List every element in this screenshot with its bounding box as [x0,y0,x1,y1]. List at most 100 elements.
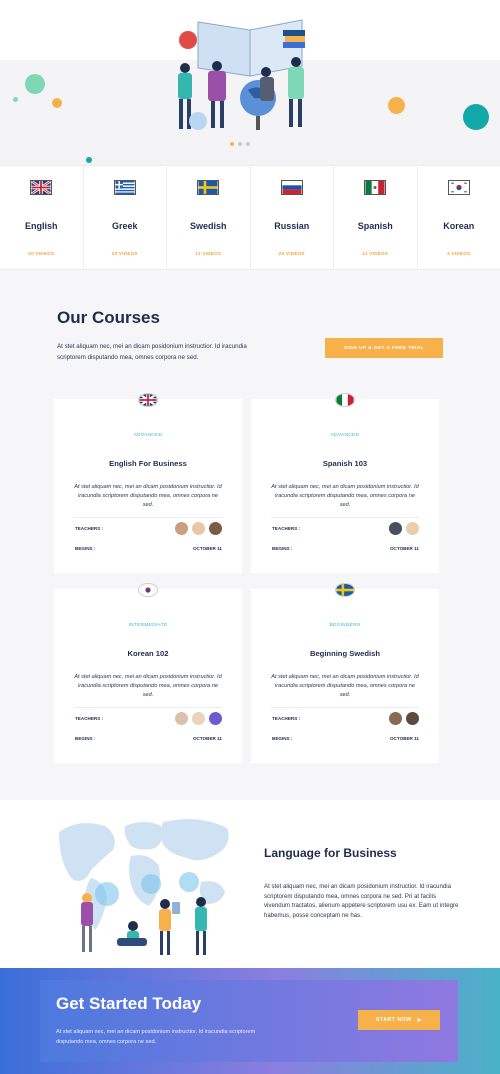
business-title: Language for Business [264,846,397,860]
business-description: At stet aliquam nec, mei an dicam posido… [264,883,459,919]
teacher-avatars [175,522,222,535]
language-videos: 12 VIDEOS [362,251,389,256]
language-strip: English 20 VIDEOS Greek 20 VIDEOS Swedis… [0,165,500,270]
course-level: BEGINNERS [329,623,361,628]
course-level: INTERMEDIATE [128,623,168,628]
course-card-korean[interactable]: INTERMEDIATE Korean 102 At stet aliquam … [54,583,242,763]
language-videos: 20 VIDEOS [111,251,138,256]
sweden-flag-icon [335,583,355,597]
decor-dot [52,98,62,108]
avatar[interactable] [406,712,419,725]
divider [271,707,419,708]
courses-description: At stet aliquam nec, mei an dicam posido… [57,343,247,361]
russia-flag-icon [280,180,303,195]
cta-description: At stet aliquam nec, mei an dicam posido… [56,1029,256,1045]
language-item-spanish[interactable]: Spanish 12 VIDEOS [334,166,418,269]
language-item-russian[interactable]: Russian 20 VIDEOS [251,166,334,269]
korea-flag-icon [447,180,470,195]
course-title[interactable]: Korean 102 [54,649,242,658]
business-section: Language for Business At stet aliquam ne… [0,800,500,970]
mexico-flag-icon [364,180,387,195]
language-videos: 20 VIDEOS [278,251,305,256]
send-icon: ➤ [416,1017,423,1024]
language-name: Spanish [357,221,393,231]
course-description: At stet aliquam nec, mei an dicam posido… [271,674,419,698]
avatar[interactable] [389,712,402,725]
language-name: Russian [274,221,310,231]
begins-label: BEGINS : [75,546,96,551]
begins-date: OCTOBER 11 [389,546,419,551]
language-videos: 4 VIDEOS [447,251,471,256]
avatar[interactable] [192,712,205,725]
divider [74,517,222,518]
language-item-korean[interactable]: Korean 4 VIDEOS [418,166,500,269]
greece-flag-icon [113,180,136,195]
course-description: At stet aliquam nec, mei an dicam posido… [271,484,419,508]
begins-date: OCTOBER 11 [192,546,222,551]
course-title[interactable]: English For Business [54,459,242,468]
decor-dot [388,97,405,114]
cta-title: Get Started Today [56,994,202,1013]
world-map-illustration [59,819,229,955]
course-title[interactable]: Beginning Swedish [251,649,439,658]
course-description: At stet aliquam nec, mei an dicam posido… [74,484,222,508]
cta-box: Get Started Today At stet aliquam nec, m… [40,980,458,1062]
courses-section: Our Courses At stet aliquam nec, mei an … [0,270,500,800]
hero-illustration [178,19,305,130]
slider-dot[interactable] [238,142,242,146]
courses-title: Our Courses [57,308,160,327]
decor-dot [86,157,92,163]
slider-dot[interactable] [246,142,250,146]
teacher-avatars [389,712,419,725]
language-name: Korean [443,221,475,231]
begins-label: BEGINS : [272,736,293,741]
language-name: Greek [111,221,138,231]
language-item-english[interactable]: English 20 VIDEOS [0,166,84,269]
teacher-avatars [389,522,419,535]
sweden-flag-icon [197,180,220,195]
uk-flag-icon [30,180,53,195]
avatar[interactable] [406,522,419,535]
teachers-label: TEACHERS : [272,716,301,721]
divider [271,517,419,518]
begins-date: OCTOBER 11 [389,736,419,741]
cta-section: Get Started Today At stet aliquam nec, m… [0,968,500,1074]
course-level: ADVANCED [330,433,360,438]
language-videos: 12 VIDEOS [195,251,222,256]
language-item-swedish[interactable]: Swedish 12 VIDEOS [167,166,251,269]
course-card-swedish[interactable]: BEGINNERS Beginning Swedish At stet aliq… [251,583,439,763]
teachers-label: TEACHERS : [272,526,301,531]
avatar[interactable] [192,522,205,535]
language-name: Swedish [189,221,227,231]
korea-flag-icon [138,583,158,597]
slider-dots[interactable] [230,142,250,146]
start-now-label: START NOW [375,1017,412,1023]
slider-dot[interactable] [230,142,234,146]
avatar[interactable] [175,712,188,725]
course-description: At stet aliquam nec, mei an dicam posido… [74,674,222,698]
begins-date: OCTOBER 11 [192,736,222,741]
avatar[interactable] [209,712,222,725]
course-card-english[interactable]: ADVANCED English For Business At stet al… [54,393,242,573]
course-card-spanish[interactable]: ADVANCED Spanish 103 At stet aliquam nec… [251,393,439,573]
decor-dot [13,97,18,102]
teachers-label: TEACHERS : [75,526,104,531]
language-item-greek[interactable]: Greek 20 VIDEOS [84,166,167,269]
uk-flag-icon [138,393,158,407]
begins-label: BEGINS : [75,736,96,741]
start-now-button[interactable]: START NOW ➤ [358,1010,440,1030]
avatar[interactable] [209,522,222,535]
course-level: ADVANCED [133,433,163,438]
mexico-flag-icon [335,393,355,407]
signup-free-trial-button[interactable]: SIGN UP & GET A FREE TRIAL [325,338,443,358]
hero-section [0,0,500,165]
divider [74,707,222,708]
decor-dot [463,104,489,130]
course-title[interactable]: Spanish 103 [251,459,439,468]
begins-label: BEGINS : [272,546,293,551]
language-videos: 20 VIDEOS [28,251,55,256]
teachers-label: TEACHERS : [75,716,104,721]
avatar[interactable] [175,522,188,535]
decor-dot [25,74,45,94]
avatar[interactable] [389,522,402,535]
